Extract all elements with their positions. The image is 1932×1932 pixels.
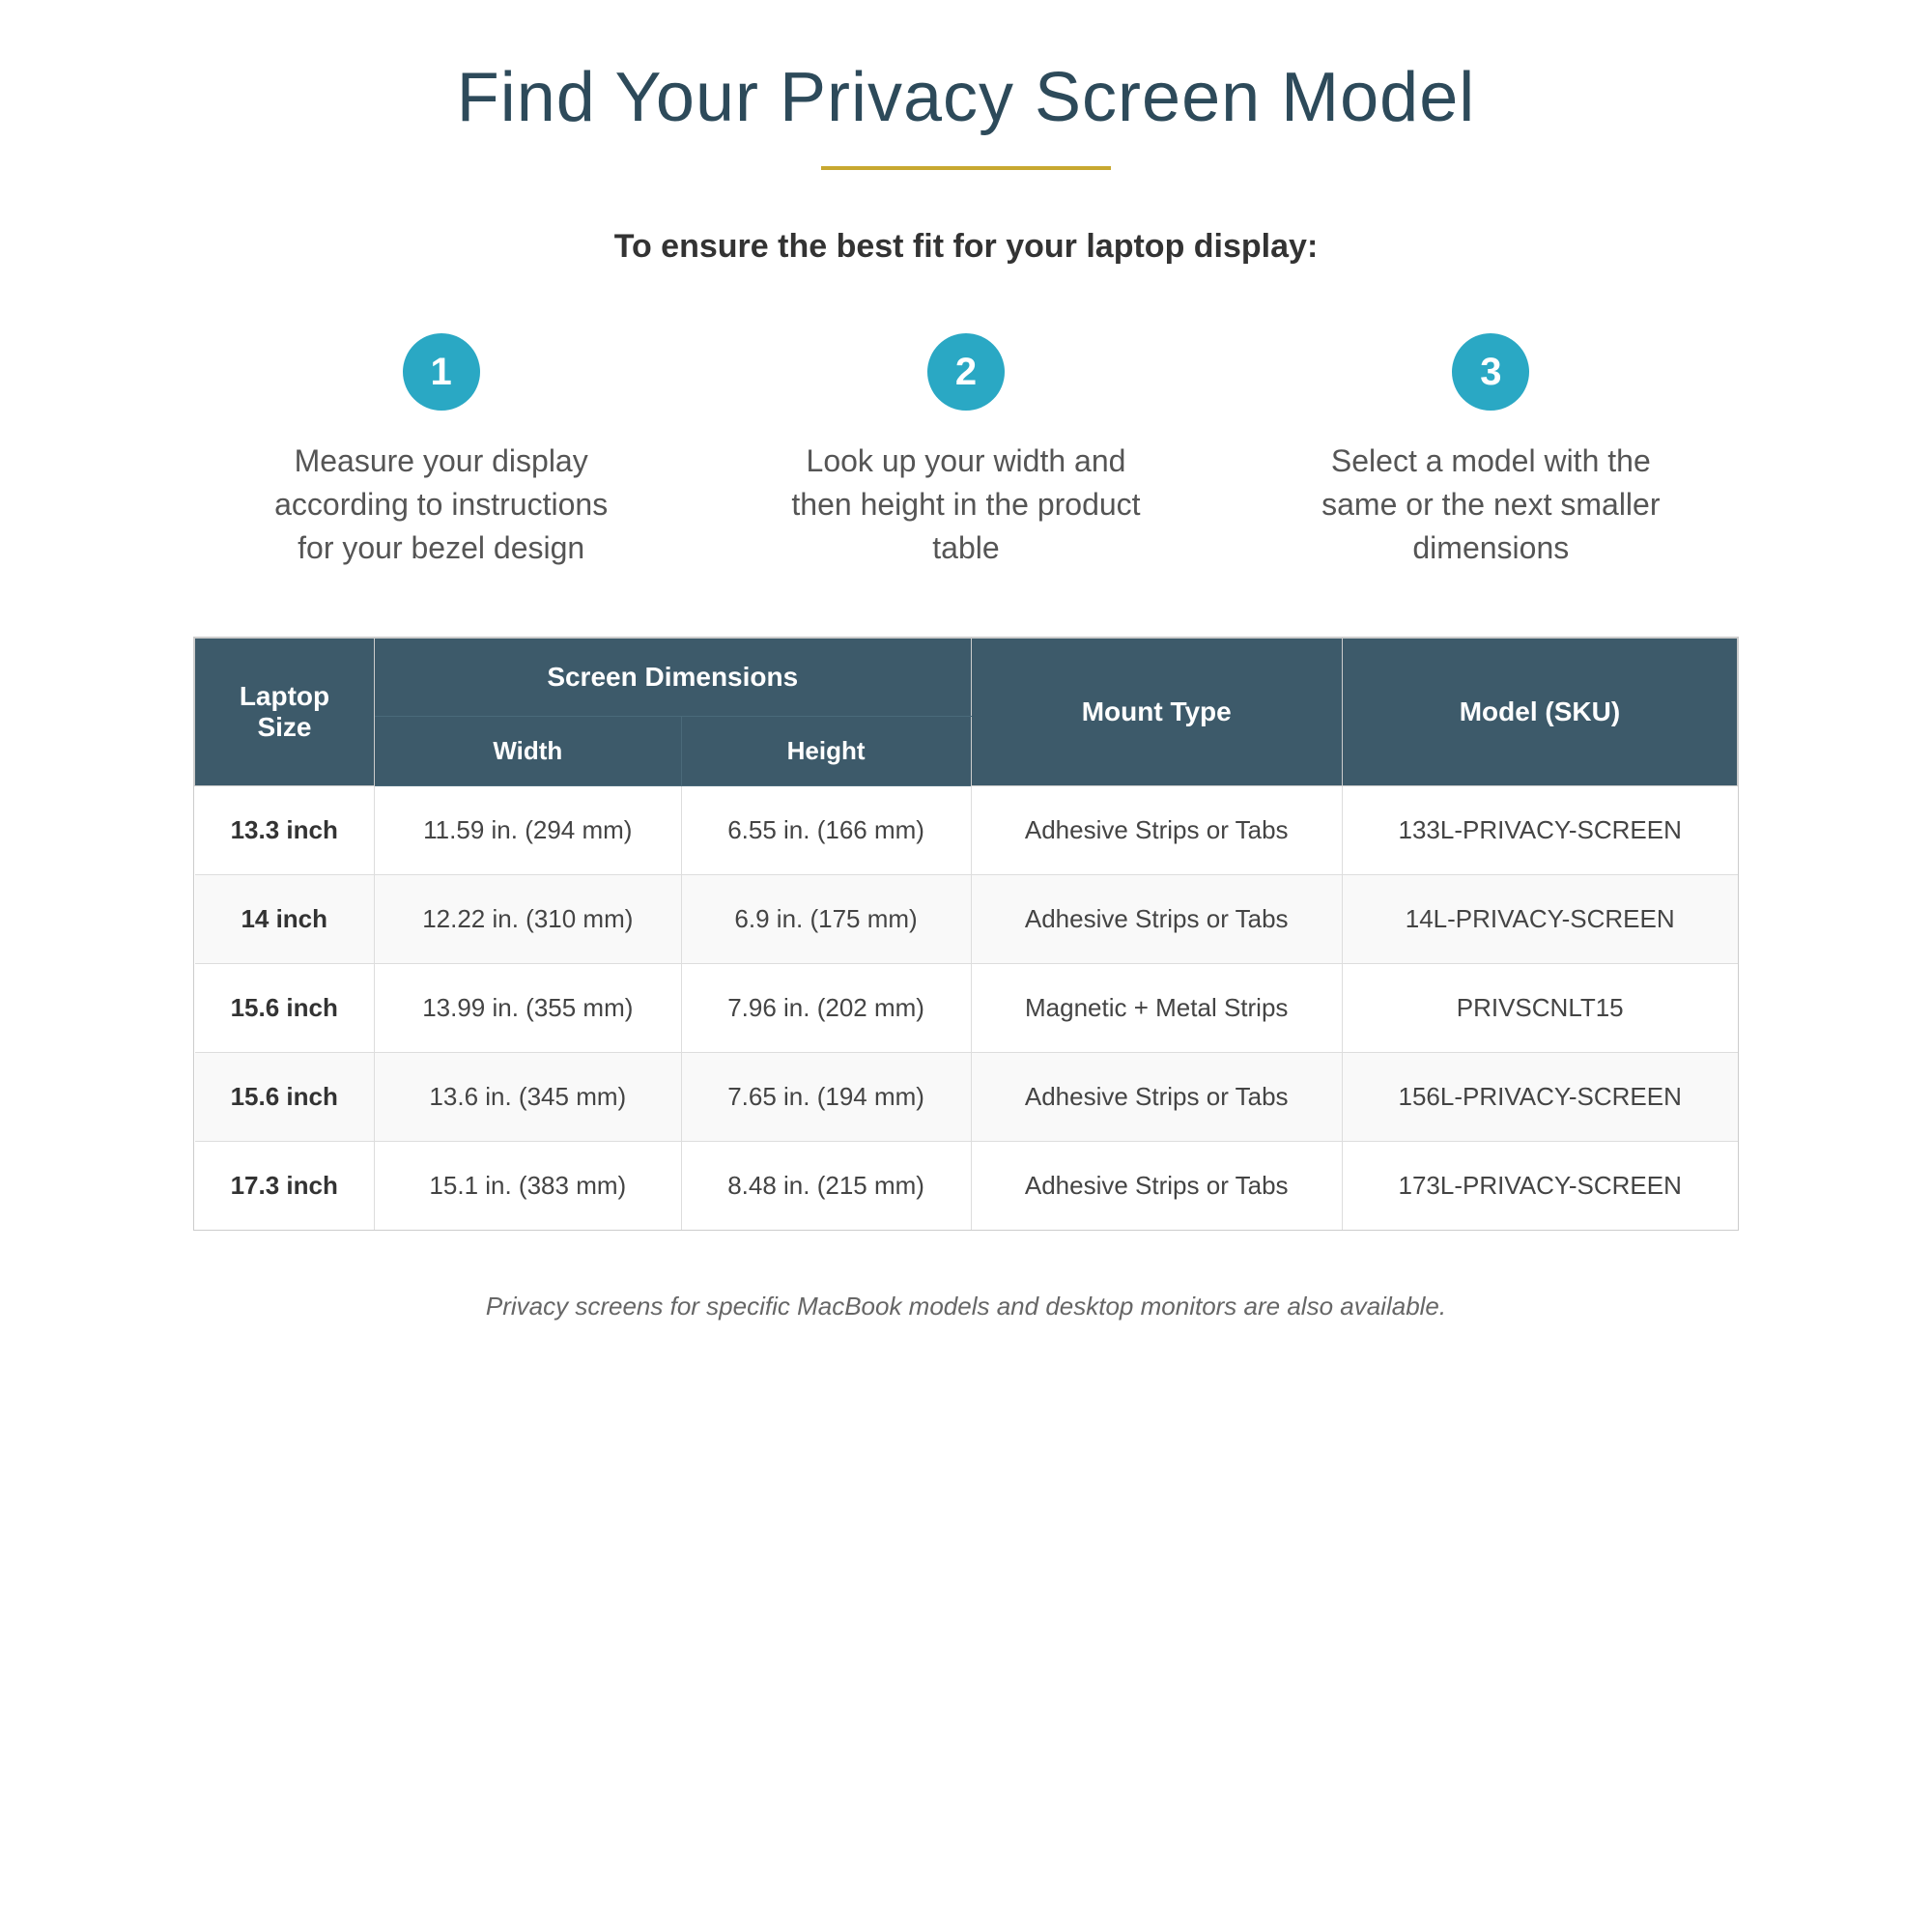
cell-mount: Adhesive Strips or Tabs — [971, 875, 1342, 964]
cell-width: 15.1 in. (383 mm) — [374, 1142, 681, 1231]
cell-laptop-size: 15.6 inch — [195, 964, 375, 1053]
cell-model: 156L-PRIVACY-SCREEN — [1342, 1053, 1737, 1142]
cell-width: 12.22 in. (310 mm) — [374, 875, 681, 964]
cell-laptop-size: 14 inch — [195, 875, 375, 964]
col-width: Width — [374, 717, 681, 786]
col-model-sku: Model (SKU) — [1342, 639, 1737, 786]
table-row: 14 inch12.22 in. (310 mm)6.9 in. (175 mm… — [195, 875, 1738, 964]
cell-height: 6.9 in. (175 mm) — [681, 875, 971, 964]
cell-model: 133L-PRIVACY-SCREEN — [1342, 786, 1737, 875]
cell-mount: Adhesive Strips or Tabs — [971, 1142, 1342, 1231]
cell-model: 173L-PRIVACY-SCREEN — [1342, 1142, 1737, 1231]
cell-width: 13.99 in. (355 mm) — [374, 964, 681, 1053]
step-2: 2 Look up your width and then height in … — [718, 333, 1213, 569]
table-row: 13.3 inch11.59 in. (294 mm)6.55 in. (166… — [195, 786, 1738, 875]
page-subtitle: To ensure the best fit for your laptop d… — [614, 228, 1319, 266]
step-2-circle: 2 — [927, 333, 1005, 411]
cell-mount: Magnetic + Metal Strips — [971, 964, 1342, 1053]
step-3-circle: 3 — [1452, 333, 1529, 411]
cell-width: 11.59 in. (294 mm) — [374, 786, 681, 875]
col-laptop-size: LaptopSize — [195, 639, 375, 786]
table-row: 17.3 inch15.1 in. (383 mm)8.48 in. (215 … — [195, 1142, 1738, 1231]
step-1-circle: 1 — [403, 333, 480, 411]
cell-model: PRIVSCNLT15 — [1342, 964, 1737, 1053]
cell-laptop-size: 15.6 inch — [195, 1053, 375, 1142]
cell-model: 14L-PRIVACY-SCREEN — [1342, 875, 1737, 964]
cell-width: 13.6 in. (345 mm) — [374, 1053, 681, 1142]
col-height: Height — [681, 717, 971, 786]
col-screen-dimensions: Screen Dimensions — [374, 639, 971, 717]
title-divider — [821, 166, 1111, 170]
step-3: 3 Select a model with the same or the ne… — [1243, 333, 1739, 569]
cell-height: 8.48 in. (215 mm) — [681, 1142, 971, 1231]
footnote: Privacy screens for specific MacBook mod… — [486, 1289, 1446, 1323]
step-3-text: Select a model with the same or the next… — [1307, 440, 1674, 569]
cell-laptop-size: 13.3 inch — [195, 786, 375, 875]
cell-height: 7.65 in. (194 mm) — [681, 1053, 971, 1142]
cell-height: 6.55 in. (166 mm) — [681, 786, 971, 875]
step-1: 1 Measure your display according to inst… — [193, 333, 689, 569]
table-row: 15.6 inch13.99 in. (355 mm)7.96 in. (202… — [195, 964, 1738, 1053]
table-row: 15.6 inch13.6 in. (345 mm)7.65 in. (194 … — [195, 1053, 1738, 1142]
cell-mount: Adhesive Strips or Tabs — [971, 1053, 1342, 1142]
steps-container: 1 Measure your display according to inst… — [193, 333, 1739, 569]
step-1-text: Measure your display according to instru… — [258, 440, 625, 569]
table-body: 13.3 inch11.59 in. (294 mm)6.55 in. (166… — [195, 786, 1738, 1231]
step-2-text: Look up your width and then height in th… — [782, 440, 1150, 569]
product-table-wrapper: LaptopSize Screen Dimensions Mount Type … — [193, 637, 1739, 1231]
page-container: Find Your Privacy Screen Model To ensure… — [193, 58, 1739, 1324]
cell-height: 7.96 in. (202 mm) — [681, 964, 971, 1053]
cell-laptop-size: 17.3 inch — [195, 1142, 375, 1231]
table-header-top: LaptopSize Screen Dimensions Mount Type … — [195, 639, 1738, 717]
page-title: Find Your Privacy Screen Model — [457, 58, 1476, 137]
cell-mount: Adhesive Strips or Tabs — [971, 786, 1342, 875]
col-mount-type: Mount Type — [971, 639, 1342, 786]
product-table: LaptopSize Screen Dimensions Mount Type … — [194, 638, 1738, 1230]
